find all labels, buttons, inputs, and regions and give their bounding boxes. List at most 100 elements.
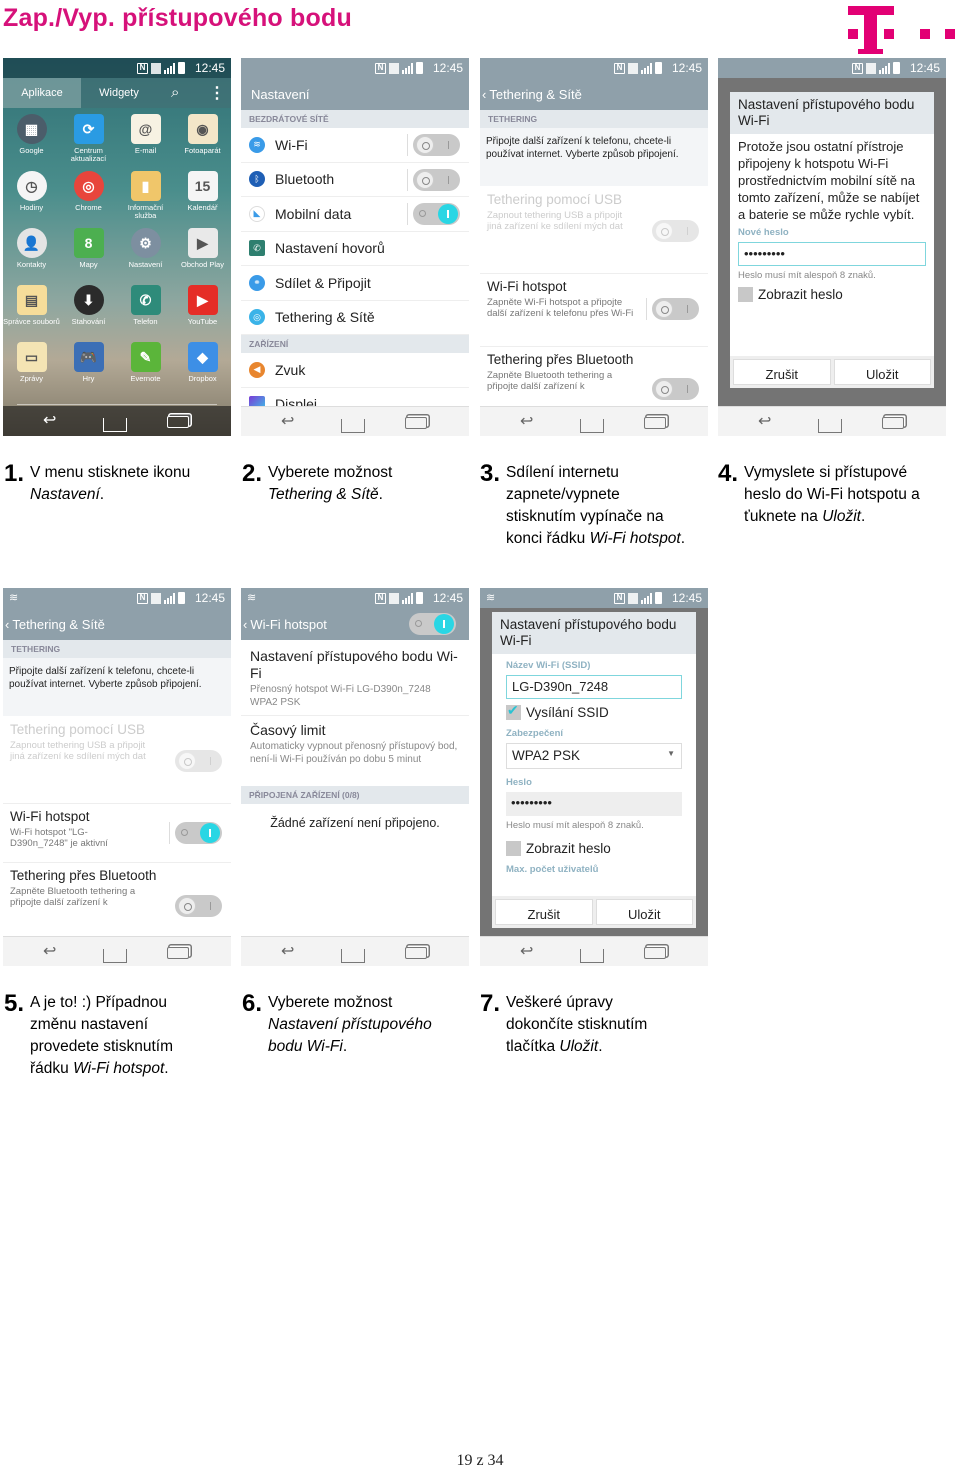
home-icon[interactable] bbox=[341, 414, 365, 433]
back-chevron-icon[interactable]: ‹ bbox=[243, 617, 247, 632]
settings-item-sound[interactable]: ◀ Zvuk bbox=[241, 353, 469, 388]
wifi-hotspot-toggle[interactable] bbox=[652, 298, 699, 320]
recent-apps-icon[interactable] bbox=[644, 414, 666, 429]
recent-apps-icon[interactable] bbox=[644, 944, 666, 959]
wifi-hotspot-toggle[interactable] bbox=[175, 822, 222, 844]
app-news[interactable]: ▮ Informační služba bbox=[117, 167, 174, 224]
new-password-input[interactable]: ••••••••• bbox=[738, 242, 926, 266]
app-calendar[interactable]: 15 Kalendář bbox=[174, 167, 231, 224]
item-title: Tethering pomocí USB bbox=[487, 192, 623, 207]
tab-widgets[interactable]: Widgety bbox=[89, 78, 149, 108]
app-clock[interactable]: ◷ Hodiny bbox=[3, 167, 60, 224]
hotspot-status-icon: ≋ bbox=[486, 592, 496, 604]
recent-apps-icon[interactable] bbox=[167, 944, 189, 959]
settings-item-call-settings[interactable]: ✆ Nastavení hovorů bbox=[241, 232, 469, 266]
settings-item-tethering[interactable]: ◎ Tethering & Sítě bbox=[241, 301, 469, 335]
home-icon[interactable] bbox=[103, 944, 127, 963]
app-phone[interactable]: ✆ Telefon bbox=[117, 281, 174, 338]
back-icon[interactable]: ↩ bbox=[281, 944, 294, 960]
battery-icon bbox=[178, 62, 185, 74]
more-menu-icon[interactable]: ⋮ bbox=[209, 83, 225, 103]
show-password-checkbox[interactable]: Zobrazit heslo bbox=[506, 841, 682, 856]
logo-t-stem bbox=[864, 6, 877, 54]
bluetooth-tethering-toggle[interactable] bbox=[652, 378, 699, 400]
app-play-store[interactable]: ▶ Obchod Play bbox=[174, 224, 231, 281]
back-icon[interactable]: ↩ bbox=[520, 944, 533, 960]
nav-bar: ↩ bbox=[241, 936, 469, 966]
app-update-center[interactable]: ⟳ Centrum aktualizací bbox=[60, 110, 117, 167]
tab-apps[interactable]: Aplikace bbox=[3, 78, 81, 108]
back-icon[interactable]: ↩ bbox=[43, 944, 56, 960]
recent-apps-icon[interactable] bbox=[405, 944, 427, 959]
recent-apps-icon[interactable] bbox=[167, 413, 189, 428]
back-chevron-icon[interactable]: ‹ bbox=[482, 87, 486, 102]
search-icon[interactable]: ⌕ bbox=[171, 84, 179, 101]
home-icon[interactable] bbox=[341, 944, 365, 963]
home-icon[interactable] bbox=[580, 944, 604, 963]
app-download[interactable]: ⬇ Stahování bbox=[60, 281, 117, 338]
home-icon[interactable] bbox=[580, 414, 604, 433]
recent-apps-icon[interactable] bbox=[405, 414, 427, 429]
item-title: Tethering přes Bluetooth bbox=[10, 868, 157, 883]
app-contacts[interactable]: 👤 Kontakty bbox=[3, 224, 60, 281]
status-bar: N 12:45 bbox=[718, 58, 946, 78]
back-icon[interactable]: ↩ bbox=[43, 413, 56, 429]
settings-item-share-connect[interactable]: ⚭ Sdílet & Připojit bbox=[241, 266, 469, 301]
bluetooth-tethering-toggle[interactable] bbox=[175, 895, 222, 917]
cancel-button[interactable]: Zrušit bbox=[733, 359, 831, 385]
app-file-manager[interactable]: ▤ Správce souborů bbox=[3, 281, 60, 338]
lte-icon bbox=[628, 63, 638, 74]
back-icon[interactable]: ↩ bbox=[520, 414, 533, 430]
app-dropbox[interactable]: ◆ Dropbox bbox=[174, 338, 231, 395]
lte-icon bbox=[151, 63, 161, 74]
home-icon[interactable] bbox=[103, 413, 127, 432]
app-label: Obchod Play bbox=[181, 260, 224, 269]
back-icon[interactable]: ↩ bbox=[281, 414, 294, 430]
app-maps[interactable]: 8 Mapy bbox=[60, 224, 117, 281]
item-subtitle: Zapnout tethering USB a připojit jiná za… bbox=[10, 740, 146, 762]
save-button[interactable]: Uložit bbox=[595, 899, 693, 925]
app-messages[interactable]: ▭ Zprávy bbox=[3, 338, 60, 395]
save-button[interactable]: Uložit bbox=[833, 359, 931, 385]
app-games[interactable]: 🎮 Hry bbox=[60, 338, 117, 395]
phone-icon: ✆ bbox=[249, 240, 265, 257]
broadcast-ssid-checkbox[interactable]: Vysílání SSID bbox=[506, 702, 682, 720]
settings-item-label: Wi-Fi bbox=[275, 136, 308, 153]
password-label: Heslo bbox=[506, 777, 532, 788]
app-youtube[interactable]: ▶ YouTube bbox=[174, 281, 231, 338]
app-chrome[interactable]: ◎ Chrome bbox=[60, 167, 117, 224]
hotspot-settings-item[interactable]: Nastavení přístupového bodu Wi-Fi Přenos… bbox=[241, 642, 469, 716]
timeout-item[interactable]: Časový limit Automaticky vypnout přenosn… bbox=[241, 716, 469, 788]
app-camera[interactable]: ◉ Fotoaparát bbox=[174, 110, 231, 167]
cancel-button[interactable]: Zrušit bbox=[495, 899, 593, 925]
security-select[interactable]: WPA2 PSK ▼ bbox=[506, 743, 682, 769]
show-password-checkbox[interactable]: Zobrazit heslo bbox=[738, 287, 926, 302]
games-icon: 🎮 bbox=[73, 342, 104, 372]
screenshot-settings: N 12:45 Nastavení BEZDRÁTOVÉ SÍTĚ ≋ Wi-F… bbox=[241, 58, 469, 436]
hotspot-master-toggle[interactable] bbox=[409, 613, 456, 635]
app-label: Stahování bbox=[71, 317, 106, 326]
recent-apps-icon[interactable] bbox=[882, 414, 904, 429]
app-label: Telefon bbox=[133, 317, 158, 326]
app-bar[interactable]: ‹ Tethering & Sítě bbox=[480, 78, 708, 110]
app-evernote[interactable]: ✎ Evernote bbox=[117, 338, 174, 395]
mobile-data-toggle[interactable] bbox=[413, 203, 460, 225]
app-drawer-tabs: Aplikace Widgety ⌕ ⋮ bbox=[3, 78, 231, 108]
step-tail: . bbox=[598, 1038, 603, 1055]
app-bar[interactable]: ‹ Tethering & Sítě bbox=[3, 608, 231, 640]
ssid-input[interactable]: LG-D390n_7248 bbox=[506, 675, 682, 699]
app-settings-gear[interactable]: ⚙ Nastavení bbox=[117, 224, 174, 281]
back-icon[interactable]: ↩ bbox=[758, 414, 771, 430]
back-chevron-icon[interactable]: ‹ bbox=[5, 617, 9, 632]
app-email[interactable]: @ E-mail bbox=[117, 110, 174, 167]
bluetooth-toggle[interactable] bbox=[413, 169, 460, 191]
step-tail: . bbox=[378, 486, 383, 503]
home-icon[interactable] bbox=[818, 414, 842, 433]
app-bar-title: Tethering & Sítě bbox=[489, 87, 582, 102]
app-google-folder[interactable]: ▦ Google bbox=[3, 110, 60, 167]
new-password-label: Nové heslo bbox=[738, 227, 789, 238]
divider bbox=[169, 822, 170, 844]
wifi-toggle[interactable] bbox=[413, 134, 460, 156]
app-label: Informační služba bbox=[127, 203, 164, 220]
password-input[interactable]: ••••••••• bbox=[506, 792, 682, 816]
